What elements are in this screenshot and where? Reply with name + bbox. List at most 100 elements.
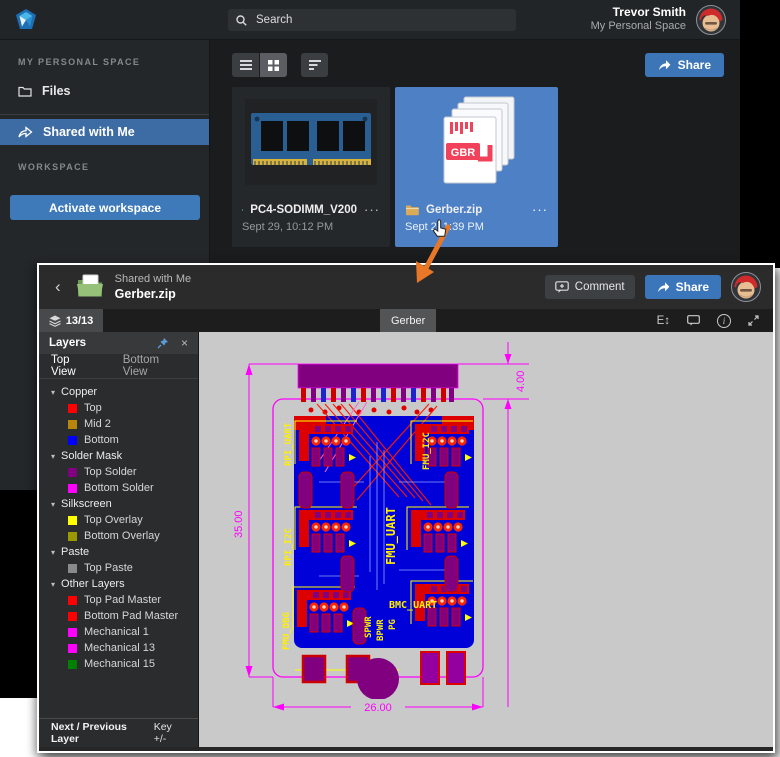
layer-color-swatch — [68, 467, 77, 477]
altium-logo-icon[interactable] — [14, 8, 38, 32]
more-menu-icon[interactable]: ··· — [532, 202, 548, 217]
sidebar-item-shared-with-me[interactable]: Shared with Me — [0, 119, 209, 145]
comment-plus-icon — [554, 281, 569, 293]
layer-group-silkscreen[interactable]: ▾ Silkscreen — [39, 496, 198, 512]
file-card-gerber-zip[interactable]: GBR Gerber.zip ··· Sept 2, 1:39 PM — [395, 87, 558, 247]
layer-color-swatch — [68, 627, 77, 637]
sidebar-section-workspace: WORKSPACE — [18, 162, 90, 172]
sidebar-section-personal: MY PERSONAL SPACE — [18, 57, 141, 67]
sidebar-divider — [0, 114, 209, 115]
share-arrow-icon — [658, 60, 671, 70]
share-button[interactable]: Share — [644, 275, 721, 299]
mounting-hole — [357, 658, 399, 700]
tab-gerber[interactable]: Gerber — [380, 309, 437, 332]
layer-item-top-solder[interactable]: Top Solder — [39, 464, 198, 480]
layer-color-swatch — [68, 435, 77, 445]
fullscreen-icon[interactable] — [748, 315, 759, 326]
project-icon — [242, 208, 244, 211]
gerber-viewer-window: ‹ Shared with Me Gerber.zip Comment Shar… — [37, 263, 775, 753]
comment-button[interactable]: Comment — [544, 275, 635, 299]
document-title: Gerber.zip — [114, 287, 176, 302]
search-bar[interactable] — [228, 9, 516, 31]
page-background-top-right — [740, 0, 780, 268]
layer-item-bottom[interactable]: Bottom — [39, 432, 198, 448]
comments-icon[interactable] — [687, 315, 700, 326]
viewer-tool-icons: E↕ i — [657, 309, 773, 332]
layer-group-label: Paste — [61, 546, 90, 558]
layer-item-label: Top Solder — [84, 466, 137, 478]
caret-down-icon: ▾ — [51, 451, 56, 461]
user-block[interactable]: Trevor Smith My Personal Space — [591, 5, 696, 34]
layer-item-bottom-overlay[interactable]: Bottom Overlay — [39, 528, 198, 544]
layers-count: 13/13 — [65, 314, 94, 327]
sort-button[interactable] — [301, 53, 328, 77]
tab-bottom-view[interactable]: Bottom View — [123, 354, 186, 378]
sort-icon — [308, 60, 321, 70]
layer-item-top[interactable]: Top — [39, 400, 198, 416]
layer-color-swatch — [68, 611, 77, 621]
layer-item-mechanical-1[interactable]: Mechanical 1 — [39, 624, 198, 640]
layer-item-label: Bottom Overlay — [84, 530, 160, 542]
layer-color-swatch — [68, 419, 77, 429]
layer-item-label: Mechanical 1 — [84, 626, 149, 638]
file-card-pc4-sodimm[interactable]: PC4-SODIMM_V200 ··· Sept 29, 10:12 PM — [232, 87, 390, 247]
page-background-left-strip — [0, 488, 37, 698]
close-icon[interactable]: × — [175, 336, 188, 350]
layer-item-label: Mechanical 13 — [84, 642, 155, 654]
layer-item-top-pad-master[interactable]: Top Pad Master — [39, 592, 198, 608]
pcb-preview: 35.00 4.00 RPI_UART RPI_I2C FMU_DBG FMU_… — [233, 342, 529, 714]
layer-item-bottom-solder[interactable]: Bottom Solder — [39, 480, 198, 496]
file-thumbnail: GBR — [395, 87, 558, 197]
sidebar-item-files[interactable]: Files — [0, 76, 209, 106]
list-view-button[interactable] — [232, 53, 259, 77]
ram-module-image — [245, 99, 377, 185]
viewer-tabbar: 13/13 Gerber E↕ i — [39, 309, 773, 332]
layer-item-top-overlay[interactable]: Top Overlay — [39, 512, 198, 528]
layer-color-swatch — [68, 515, 77, 525]
dim-top-label: 4.00 — [515, 371, 527, 392]
pin-icon[interactable] — [157, 337, 169, 349]
layer-item-mechanical-13[interactable]: Mechanical 13 — [39, 640, 198, 656]
layer-item-bottom-pad-master[interactable]: Bottom Pad Master — [39, 608, 198, 624]
avatar[interactable] — [696, 4, 726, 35]
gbr-badge: GBR — [450, 147, 475, 159]
layers-tree: ▾ Copper Top Mid 2 Bottom ▾ Solder Mask Top Sol… — [39, 379, 198, 718]
zip-folder-icon — [406, 205, 419, 215]
layer-item-mechanical-15[interactable]: Mechanical 15 — [39, 656, 198, 672]
layer-item-top-paste[interactable]: Top Paste — [39, 560, 198, 576]
pcb-label-bpwr: BPWR — [376, 619, 386, 641]
search-input[interactable] — [254, 13, 508, 27]
layers-tab[interactable]: 13/13 — [39, 309, 103, 332]
file-meta: PC4-SODIMM_V200 ··· Sept 29, 10:12 PM — [232, 197, 390, 233]
measure-icon[interactable]: E↕ — [657, 315, 670, 327]
layer-group-copper[interactable]: ▾ Copper — [39, 384, 198, 400]
user-name: Trevor Smith — [612, 5, 686, 20]
more-menu-icon[interactable]: ··· — [364, 202, 380, 217]
layer-group-paste[interactable]: ▾ Paste — [39, 544, 198, 560]
file-cards: PC4-SODIMM_V200 ··· Sept 29, 10:12 PM GB… — [210, 77, 740, 247]
pcb-label-fmu-dbg: FMU_DBG — [282, 612, 292, 650]
pcb-label-pg: PG — [388, 619, 398, 630]
layer-group-other-layers[interactable]: ▾ Other Layers — [39, 576, 198, 592]
back-chevron-icon[interactable]: ‹ — [51, 277, 65, 297]
layers-panel-title: Layers — [49, 337, 87, 349]
pcb-label-rpi-uart: RPI_UART — [284, 422, 294, 466]
avatar[interactable] — [731, 272, 761, 302]
layers-panel: Layers × Top View Bottom View ▾ Copper Top… — [39, 332, 199, 747]
file-name: PC4-SODIMM_V200 — [250, 203, 357, 216]
activate-workspace-button[interactable]: Activate workspace — [10, 195, 200, 220]
layer-group-solder-mask[interactable]: ▾ Solder Mask — [39, 448, 198, 464]
layer-item-label: Top Pad Master — [84, 594, 162, 606]
caret-down-icon: ▾ — [51, 547, 56, 557]
tab-top-view[interactable]: Top View — [51, 354, 97, 378]
layer-item-mid-2[interactable]: Mid 2 — [39, 416, 198, 432]
shared-folder-icon — [76, 274, 103, 297]
pcb-label-fmu-uart: FMU_UART — [384, 507, 399, 565]
info-icon[interactable]: i — [717, 313, 731, 328]
gerber-canvas[interactable]: 35.00 4.00 RPI_UART RPI_I2C FMU_DBG FMU_… — [199, 332, 773, 747]
caret-down-icon: ▾ — [51, 387, 56, 397]
grid-view-icon — [268, 59, 279, 71]
sidebar-item-label: Files — [42, 84, 71, 98]
share-button[interactable]: Share — [644, 53, 724, 77]
grid-view-button[interactable] — [260, 53, 287, 77]
